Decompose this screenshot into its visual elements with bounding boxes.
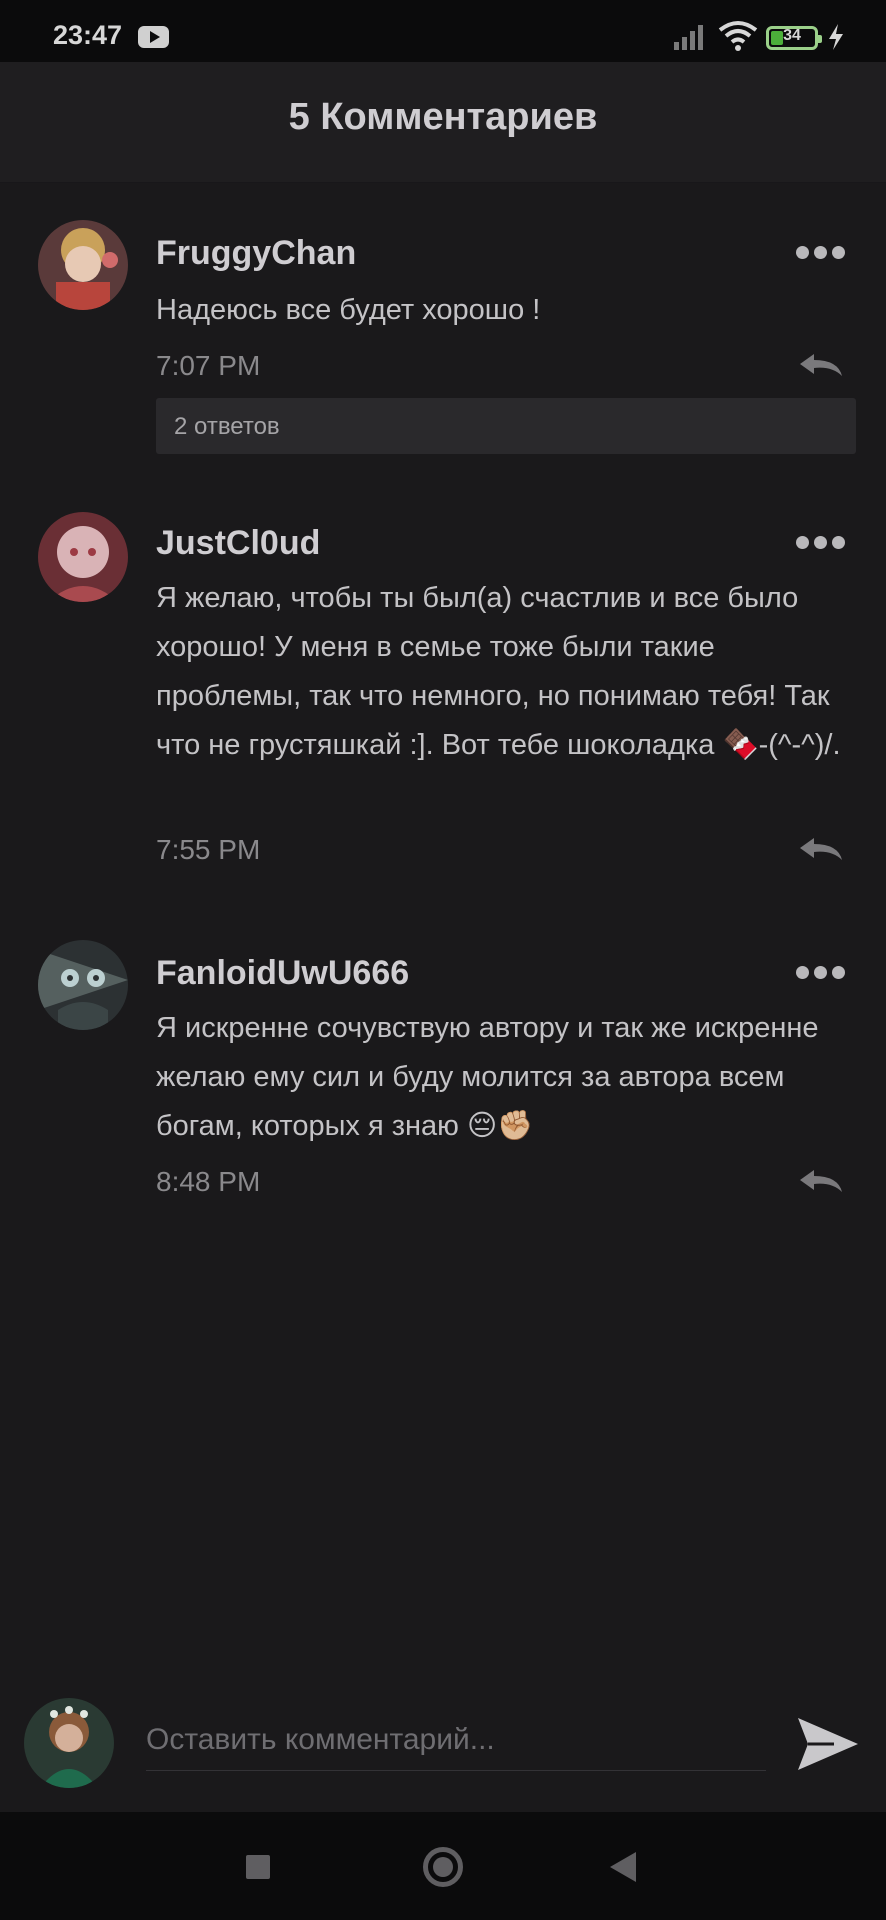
system-nav-bar — [0, 1812, 886, 1920]
battery-level: 34 — [783, 27, 801, 44]
more-options-icon[interactable] — [796, 246, 846, 260]
status-bar: 23:47 34 — [0, 0, 886, 62]
wifi-icon — [718, 21, 758, 51]
comment-time: 8:48 PM — [156, 1166, 261, 1197]
home-button[interactable] — [423, 1847, 463, 1887]
comment-input[interactable] — [146, 1710, 766, 1771]
comment-time: 7:55 PM — [156, 834, 261, 865]
comment-time: 7:07 PM — [156, 350, 261, 381]
avatar[interactable] — [38, 512, 128, 602]
back-button[interactable] — [610, 1852, 636, 1882]
send-icon[interactable] — [796, 1712, 860, 1776]
comment-text: Я желаю, чтобы ты был(а) счастлив и все … — [156, 582, 841, 761]
view-replies-button[interactable]: 2 ответов — [156, 398, 856, 454]
comment-text: Я искренне сочувствую автору и так же ис… — [156, 1012, 819, 1142]
comment-text: Надеюсь все будет хорошо ! — [156, 294, 541, 326]
status-time: 23:47 — [53, 20, 123, 50]
comment-composer — [0, 1680, 886, 1812]
youtube-icon — [138, 26, 169, 48]
comment-username[interactable]: FanloidUwU666 — [156, 954, 409, 993]
comment-username[interactable]: JustCl0ud — [156, 524, 320, 563]
more-options-icon[interactable] — [796, 966, 846, 980]
recent-apps-button[interactable] — [246, 1855, 270, 1879]
page-title: 5 Комментариев — [288, 96, 598, 138]
reply-icon[interactable] — [796, 1166, 846, 1196]
avatar[interactable] — [38, 220, 128, 310]
battery-icon: 34 — [766, 26, 822, 50]
comment-username[interactable]: FruggyChan — [156, 234, 356, 273]
signal-icon — [674, 25, 703, 50]
reply-icon[interactable] — [796, 350, 846, 380]
user-avatar — [24, 1698, 114, 1788]
avatar[interactable] — [38, 940, 128, 1030]
comments-header: 5 Комментариев — [0, 62, 886, 183]
replies-count: 2 ответов — [174, 413, 280, 440]
more-options-icon[interactable] — [796, 536, 846, 550]
charging-icon — [829, 24, 843, 50]
reply-icon[interactable] — [796, 834, 846, 864]
